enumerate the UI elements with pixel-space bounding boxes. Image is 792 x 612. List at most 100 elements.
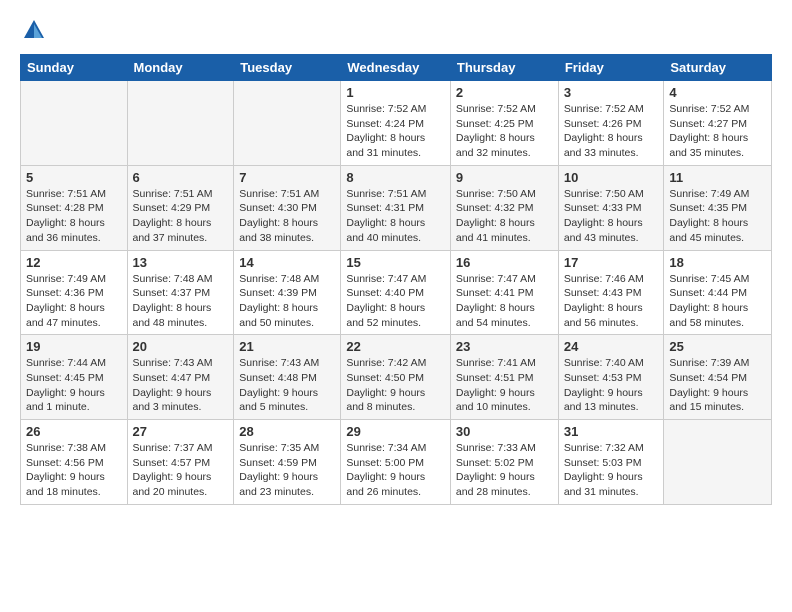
day-number: 12 — [26, 255, 122, 270]
calendar-cell: 3 Sunrise: 7:52 AM Sunset: 4:26 PM Daylig… — [558, 81, 664, 166]
calendar-header-monday: Monday — [127, 55, 234, 81]
calendar-week-4: 19 Sunrise: 7:44 AM Sunset: 4:45 PM Dayli… — [21, 335, 772, 420]
day-number: 25 — [669, 339, 766, 354]
day-number: 23 — [456, 339, 553, 354]
day-info: Sunrise: 7:43 AM Sunset: 4:47 PM Dayligh… — [133, 356, 229, 415]
day-info: Sunrise: 7:50 AM Sunset: 4:32 PM Dayligh… — [456, 187, 553, 246]
day-info: Sunrise: 7:40 AM Sunset: 4:53 PM Dayligh… — [564, 356, 659, 415]
calendar-cell: 8 Sunrise: 7:51 AM Sunset: 4:31 PM Daylig… — [341, 165, 451, 250]
day-info: Sunrise: 7:37 AM Sunset: 4:57 PM Dayligh… — [133, 441, 229, 500]
day-number: 13 — [133, 255, 229, 270]
day-info: Sunrise: 7:52 AM Sunset: 4:26 PM Dayligh… — [564, 102, 659, 161]
day-number: 22 — [346, 339, 445, 354]
day-number: 2 — [456, 85, 553, 100]
calendar-header-saturday: Saturday — [664, 55, 772, 81]
day-info: Sunrise: 7:44 AM Sunset: 4:45 PM Dayligh… — [26, 356, 122, 415]
day-number: 1 — [346, 85, 445, 100]
calendar-cell: 15Sunrise: 7:47 AM Sunset: 4:40 PM Dayli… — [341, 250, 451, 335]
day-info: Sunrise: 7:33 AM Sunset: 5:02 PM Dayligh… — [456, 441, 553, 500]
calendar-table: SundayMondayTuesdayWednesdayThursdayFrid… — [20, 54, 772, 505]
logo-icon — [20, 16, 48, 44]
calendar-cell: 26 Sunrise: 7:38 AM Sunset: 4:56 PM Dayli… — [21, 420, 128, 505]
calendar-cell: 28 Sunrise: 7:35 AM Sunset: 4:59 PM Dayli… — [234, 420, 341, 505]
calendar-cell: 25 Sunrise: 7:39 AM Sunset: 4:54 PM Dayli… — [664, 335, 772, 420]
day-number: 26 — [26, 424, 122, 439]
day-info: Sunrise: 7:39 AM Sunset: 4:54 PM Dayligh… — [669, 356, 766, 415]
calendar-cell — [21, 81, 128, 166]
day-info: Sunrise: 7:47 AM Sunset: 4:41 PM Dayligh… — [456, 272, 553, 331]
day-number: 10 — [564, 170, 659, 185]
day-number: 7 — [239, 170, 335, 185]
calendar-cell: 9 Sunrise: 7:50 AM Sunset: 4:32 PM Daylig… — [450, 165, 558, 250]
calendar-header-sunday: Sunday — [21, 55, 128, 81]
day-info: Sunrise: 7:41 AM Sunset: 4:51 PM Dayligh… — [456, 356, 553, 415]
day-info: Sunrise: 7:52 AM Sunset: 4:27 PM Dayligh… — [669, 102, 766, 161]
calendar-week-3: 12 Sunrise: 7:49 AM Sunset: 4:36 PM Dayli… — [21, 250, 772, 335]
day-number: 21 — [239, 339, 335, 354]
calendar-cell: 12 Sunrise: 7:49 AM Sunset: 4:36 PM Dayli… — [21, 250, 128, 335]
page: SundayMondayTuesdayWednesdayThursdayFrid… — [0, 0, 792, 515]
day-number: 4 — [669, 85, 766, 100]
calendar-cell — [664, 420, 772, 505]
day-info: Sunrise: 7:51 AM Sunset: 4:28 PM Dayligh… — [26, 187, 122, 246]
calendar-cell: 6 Sunrise: 7:51 AM Sunset: 4:29 PM Daylig… — [127, 165, 234, 250]
day-info: Sunrise: 7:49 AM Sunset: 4:35 PM Dayligh… — [669, 187, 766, 246]
day-number: 16 — [456, 255, 553, 270]
day-number: 29 — [346, 424, 445, 439]
day-number: 8 — [346, 170, 445, 185]
calendar-header-tuesday: Tuesday — [234, 55, 341, 81]
calendar-cell: 11Sunrise: 7:49 AM Sunset: 4:35 PM Dayli… — [664, 165, 772, 250]
day-info: Sunrise: 7:52 AM Sunset: 4:24 PM Dayligh… — [346, 102, 445, 161]
day-info: Sunrise: 7:46 AM Sunset: 4:43 PM Dayligh… — [564, 272, 659, 331]
day-info: Sunrise: 7:49 AM Sunset: 4:36 PM Dayligh… — [26, 272, 122, 331]
day-number: 18 — [669, 255, 766, 270]
day-info: Sunrise: 7:45 AM Sunset: 4:44 PM Dayligh… — [669, 272, 766, 331]
day-info: Sunrise: 7:48 AM Sunset: 4:39 PM Dayligh… — [239, 272, 335, 331]
day-info: Sunrise: 7:48 AM Sunset: 4:37 PM Dayligh… — [133, 272, 229, 331]
day-info: Sunrise: 7:32 AM Sunset: 5:03 PM Dayligh… — [564, 441, 659, 500]
day-number: 27 — [133, 424, 229, 439]
calendar-cell: 30 Sunrise: 7:33 AM Sunset: 5:02 PM Dayli… — [450, 420, 558, 505]
calendar-cell: 19 Sunrise: 7:44 AM Sunset: 4:45 PM Dayli… — [21, 335, 128, 420]
calendar-cell: 14 Sunrise: 7:48 AM Sunset: 4:39 PM Dayli… — [234, 250, 341, 335]
day-info: Sunrise: 7:51 AM Sunset: 4:29 PM Dayligh… — [133, 187, 229, 246]
calendar-cell: 5 Sunrise: 7:51 AM Sunset: 4:28 PM Daylig… — [21, 165, 128, 250]
calendar-cell: 21 Sunrise: 7:43 AM Sunset: 4:48 PM Dayli… — [234, 335, 341, 420]
day-number: 28 — [239, 424, 335, 439]
calendar-cell: 1 Sunrise: 7:52 AM Sunset: 4:24 PM Daylig… — [341, 81, 451, 166]
day-info: Sunrise: 7:52 AM Sunset: 4:25 PM Dayligh… — [456, 102, 553, 161]
calendar-cell: 27 Sunrise: 7:37 AM Sunset: 4:57 PM Dayli… — [127, 420, 234, 505]
logo — [20, 16, 52, 44]
calendar-week-1: 1 Sunrise: 7:52 AM Sunset: 4:24 PM Daylig… — [21, 81, 772, 166]
calendar-header-thursday: Thursday — [450, 55, 558, 81]
day-number: 6 — [133, 170, 229, 185]
day-info: Sunrise: 7:35 AM Sunset: 4:59 PM Dayligh… — [239, 441, 335, 500]
day-info: Sunrise: 7:43 AM Sunset: 4:48 PM Dayligh… — [239, 356, 335, 415]
day-number: 14 — [239, 255, 335, 270]
calendar-header-friday: Friday — [558, 55, 664, 81]
day-number: 30 — [456, 424, 553, 439]
day-number: 31 — [564, 424, 659, 439]
calendar-cell: 20Sunrise: 7:43 AM Sunset: 4:47 PM Dayli… — [127, 335, 234, 420]
calendar-cell: 17 Sunrise: 7:46 AM Sunset: 4:43 PM Dayli… — [558, 250, 664, 335]
calendar-cell: 13 Sunrise: 7:48 AM Sunset: 4:37 PM Dayli… — [127, 250, 234, 335]
day-number: 9 — [456, 170, 553, 185]
day-info: Sunrise: 7:47 AM Sunset: 4:40 PM Dayligh… — [346, 272, 445, 331]
day-number: 17 — [564, 255, 659, 270]
day-info: Sunrise: 7:38 AM Sunset: 4:56 PM Dayligh… — [26, 441, 122, 500]
calendar-header-row: SundayMondayTuesdayWednesdayThursdayFrid… — [21, 55, 772, 81]
calendar-cell: 29 Sunrise: 7:34 AM Sunset: 5:00 PM Dayli… — [341, 420, 451, 505]
calendar-cell: 16 Sunrise: 7:47 AM Sunset: 4:41 PM Dayli… — [450, 250, 558, 335]
day-number: 19 — [26, 339, 122, 354]
calendar-cell: 24 Sunrise: 7:40 AM Sunset: 4:53 PM Dayli… — [558, 335, 664, 420]
day-number: 24 — [564, 339, 659, 354]
day-info: Sunrise: 7:51 AM Sunset: 4:30 PM Dayligh… — [239, 187, 335, 246]
calendar-week-5: 26 Sunrise: 7:38 AM Sunset: 4:56 PM Dayli… — [21, 420, 772, 505]
day-info: Sunrise: 7:51 AM Sunset: 4:31 PM Dayligh… — [346, 187, 445, 246]
day-number: 3 — [564, 85, 659, 100]
day-info: Sunrise: 7:34 AM Sunset: 5:00 PM Dayligh… — [346, 441, 445, 500]
day-number: 5 — [26, 170, 122, 185]
calendar-cell: 4 Sunrise: 7:52 AM Sunset: 4:27 PM Daylig… — [664, 81, 772, 166]
calendar-cell — [234, 81, 341, 166]
calendar-cell: 7 Sunrise: 7:51 AM Sunset: 4:30 PM Daylig… — [234, 165, 341, 250]
